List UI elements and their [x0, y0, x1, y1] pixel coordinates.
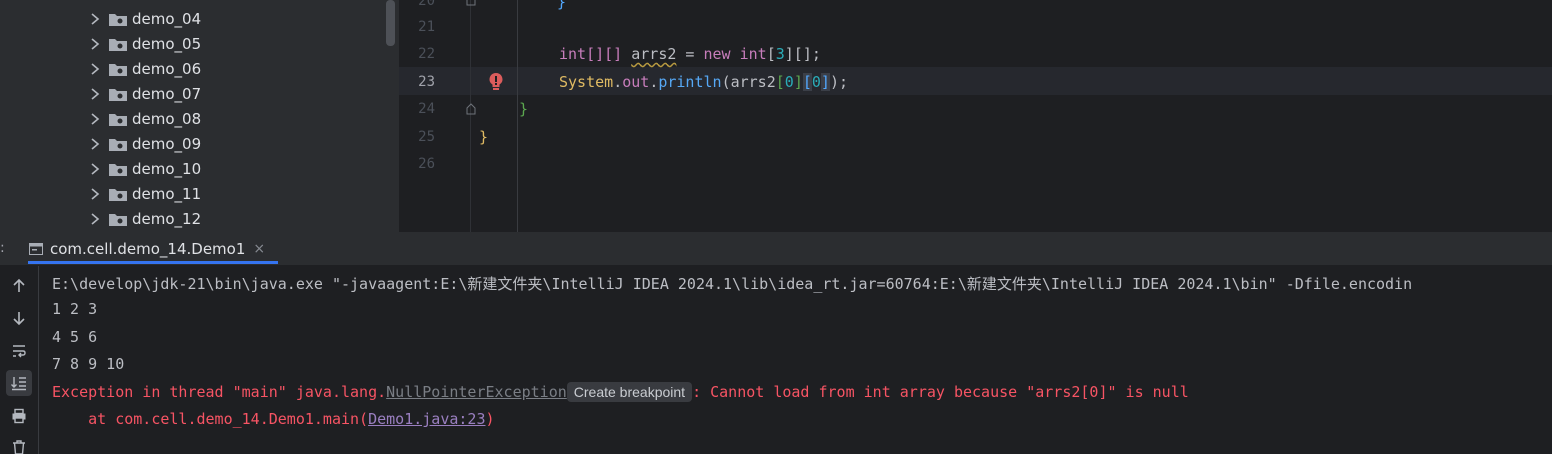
soft-wrap-icon[interactable] — [6, 338, 32, 364]
error-bulb-icon[interactable] — [488, 72, 504, 92]
chevron-right-icon[interactable] — [88, 37, 102, 51]
tree-item-label: demo_07 — [132, 84, 202, 103]
tree-item-label: demo_11 — [132, 184, 202, 203]
chevron-right-icon[interactable] — [88, 112, 102, 126]
chevron-right-icon[interactable] — [88, 187, 102, 201]
gutter-divider — [470, 0, 471, 232]
line-number: 20 — [418, 0, 435, 9]
line-number: 25 — [418, 129, 435, 145]
tree-scrollbar[interactable] — [386, 0, 395, 46]
code-line-22: int[][] arrs2 = new int[3][]; — [559, 45, 821, 63]
chevron-right-icon[interactable] — [88, 212, 102, 226]
chevron-right-icon[interactable] — [88, 62, 102, 76]
line-number: 26 — [418, 156, 435, 172]
code-editor[interactable]: 20 21 22 23 24 25 26 } int[][] arrs2 = n… — [399, 0, 1552, 232]
fold-marker-icon[interactable] — [466, 103, 476, 115]
create-breakpoint-button[interactable]: Create breakpoint — [566, 382, 693, 402]
package-folder-icon — [108, 11, 128, 27]
print-icon[interactable] — [6, 403, 32, 429]
run-panel-label: : — [0, 240, 5, 256]
console-output-line: 7 8 9 10 — [52, 355, 125, 373]
tree-item-demo-04[interactable]: demo_04 — [88, 6, 201, 31]
tab-active-indicator — [28, 261, 278, 264]
tree-item-label: demo_05 — [132, 34, 202, 53]
source-link[interactable]: Demo1.java:23 — [368, 410, 485, 428]
tree-item-demo-09[interactable]: demo_09 — [88, 131, 201, 156]
line-number: 24 — [418, 101, 435, 117]
run-tab-bar: : com.cell.demo_14.Demo1 × — [0, 232, 1552, 266]
code-line-20: } — [557, 0, 567, 11]
indent-guide — [517, 0, 518, 232]
package-folder-icon — [108, 36, 128, 52]
scroll-to-end-icon[interactable] — [6, 370, 32, 396]
tree-item-label: demo_09 — [132, 134, 202, 153]
arrow-down-icon[interactable] — [6, 305, 32, 331]
chevron-right-icon[interactable] — [88, 162, 102, 176]
tree-item-label: demo_06 — [132, 59, 202, 78]
fold-marker-icon[interactable] — [466, 0, 476, 6]
tree-item-demo-11[interactable]: demo_11 — [88, 181, 201, 206]
tree-item-demo-07[interactable]: demo_07 — [88, 81, 201, 106]
tree-item-label: demo_12 — [132, 209, 202, 228]
package-folder-icon — [108, 111, 128, 127]
code-line-25: } — [479, 128, 489, 146]
chevron-right-icon[interactable] — [88, 12, 102, 26]
tab-label: com.cell.demo_14.Demo1 — [50, 239, 246, 258]
project-tree: demo_04 demo_05 demo_06 demo_07 demo_08 demo_… — [0, 0, 399, 232]
console-output-line: 4 5 6 — [52, 328, 98, 346]
line-number: 21 — [418, 19, 435, 35]
console-stacktrace-line: at com.cell.demo_14.Demo1.main(Demo1.jav… — [52, 410, 495, 428]
tree-item-demo-06[interactable]: demo_06 — [88, 56, 201, 81]
package-folder-icon — [108, 161, 128, 177]
package-folder-icon — [108, 61, 128, 77]
tree-item-demo-05[interactable]: demo_05 — [88, 31, 201, 56]
console-output-line: 1 2 3 — [52, 300, 98, 318]
code-line-23: System.out.println(arrs2[0][0]); — [559, 73, 848, 91]
console-icon — [29, 242, 43, 255]
trash-icon[interactable] — [6, 434, 32, 454]
tree-item-demo-10[interactable]: demo_10 — [88, 156, 201, 181]
package-folder-icon — [108, 86, 128, 102]
tree-item-demo-12[interactable]: demo_12 — [88, 206, 201, 231]
tree-item-label: demo_10 — [132, 159, 202, 178]
tree-item-label: demo_04 — [132, 9, 202, 28]
tree-item-label: demo_08 — [132, 109, 202, 128]
code-line-24: } — [519, 100, 529, 118]
tree-item-demo-08[interactable]: demo_08 — [88, 106, 201, 131]
console-error-line: Exception in thread "main" java.lang.Nul… — [52, 382, 1189, 402]
chevron-right-icon[interactable] — [88, 87, 102, 101]
line-number: 23 — [418, 74, 435, 90]
console-command-line: E:\develop\jdk-21\bin\java.exe "-javaage… — [52, 275, 1413, 293]
arrow-up-icon[interactable] — [6, 273, 32, 299]
close-icon[interactable]: × — [253, 241, 265, 257]
exception-link[interactable]: NullPointerException — [386, 383, 567, 401]
chevron-right-icon[interactable] — [88, 137, 102, 151]
console-toolbar — [0, 266, 39, 454]
package-folder-icon — [108, 211, 128, 227]
run-console[interactable]: E:\develop\jdk-21\bin\java.exe "-javaage… — [0, 266, 1552, 454]
package-folder-icon — [108, 186, 128, 202]
package-folder-icon — [108, 136, 128, 152]
line-number: 22 — [418, 46, 435, 62]
